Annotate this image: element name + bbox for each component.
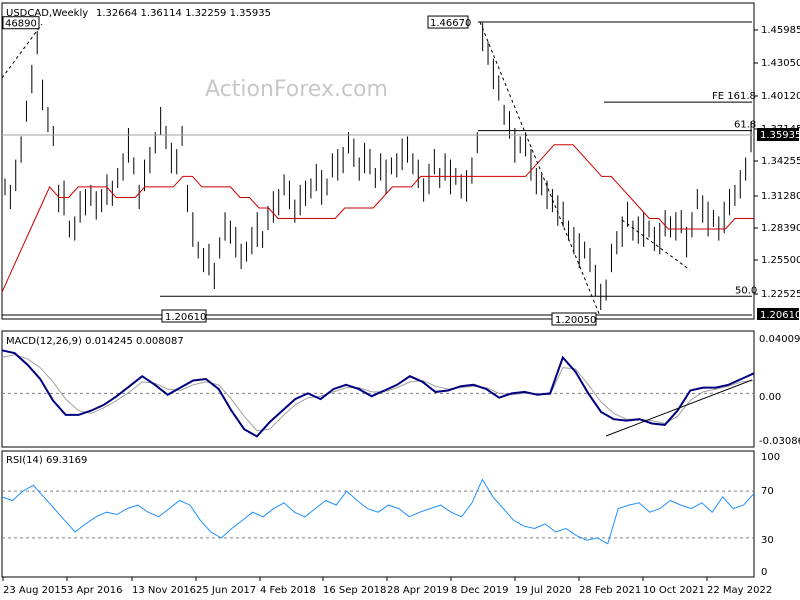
x-tick-label: 28 Apr 2019 bbox=[387, 585, 449, 596]
chart-title: USDCAD,Weekly bbox=[6, 8, 88, 19]
price-tick-label: 1.25500 bbox=[761, 255, 800, 266]
ohlc-readout: 1.32664 1.36114 1.32259 1.35935 bbox=[96, 8, 271, 19]
fe-level-label: FE 161.8 bbox=[712, 91, 756, 102]
x-tick-label: 3 Apr 2016 bbox=[67, 585, 122, 596]
rsi-tick-label: 30 bbox=[761, 535, 774, 546]
rsi-title: RSI(14) 69.3169 bbox=[6, 455, 87, 466]
support-price-label: 1.20610 bbox=[760, 310, 800, 321]
price-tick-label: 1.45985 bbox=[761, 25, 800, 36]
x-tick-label: 28 Feb 2021 bbox=[579, 585, 641, 596]
x-tick-label: 23 Aug 2015 bbox=[3, 585, 67, 596]
x-tick-label: 19 Jul 2020 bbox=[515, 585, 572, 596]
macd-tick-label: 0.040094 bbox=[759, 334, 800, 345]
rsi-tick-label: 70 bbox=[761, 486, 774, 497]
rsi-tick-label: 0 bbox=[761, 567, 767, 578]
macd-tick-label: -0.03086 bbox=[759, 436, 800, 447]
x-tick-label: 16 Sep 2018 bbox=[323, 585, 386, 596]
left-high-label: 46890 bbox=[5, 19, 37, 30]
x-tick-label: 8 Dec 2019 bbox=[451, 585, 509, 596]
rsi-tick-label: 100 bbox=[761, 452, 780, 463]
price-tick-label: 1.22525 bbox=[761, 289, 800, 300]
price-tick-label: 1.34255 bbox=[761, 156, 800, 167]
x-tick-label: 25 Jun 2017 bbox=[196, 585, 256, 596]
fib-618-label: 61.8 bbox=[734, 120, 756, 131]
x-tick-label: 10 Oct 2021 bbox=[643, 585, 705, 596]
macd-tick-label: 0.00 bbox=[759, 392, 781, 403]
x-tick-label: 13 Nov 2016 bbox=[132, 585, 196, 596]
price-tick-label: 1.40120 bbox=[761, 91, 800, 102]
low-2021-label: 1.20050 bbox=[555, 315, 596, 326]
current-price-label: 1.35935 bbox=[760, 130, 800, 141]
x-tick-label: 4 Feb 2018 bbox=[260, 585, 316, 596]
price-tick-label: 1.28390 bbox=[761, 223, 800, 234]
chart-canvas: ActionForex.com 1.46670 46890 FE 161.8 61.8… bbox=[0, 0, 800, 600]
macd-title: MACD(12,26,9) 0.014245 0.008087 bbox=[6, 336, 184, 347]
price-tick-label: 1.43050 bbox=[761, 58, 800, 69]
watermark: ActionForex.com bbox=[205, 77, 388, 102]
fib-500-label: 50.0 bbox=[735, 285, 757, 296]
x-tick-label: 22 May 2022 bbox=[707, 585, 772, 596]
low-2017-label: 1.20610 bbox=[165, 312, 206, 323]
high-label: 1.46670 bbox=[430, 18, 471, 29]
price-tick-label: 1.31280 bbox=[761, 191, 800, 202]
